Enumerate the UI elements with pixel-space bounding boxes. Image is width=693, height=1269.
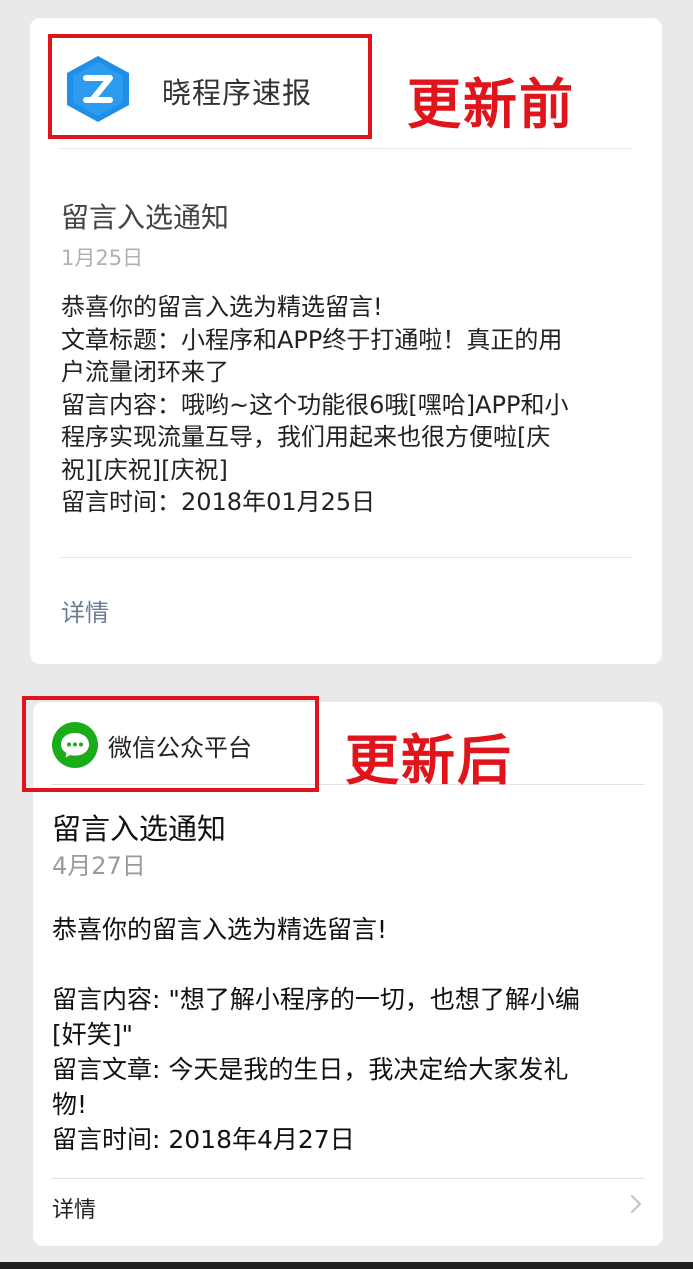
message-title: 留言入选通知 bbox=[52, 812, 227, 846]
body-line: 恭喜你的留言入选为精选留言! bbox=[52, 915, 388, 944]
body-line: 文章标题：小程序和APP终于打通啦！真正的用 bbox=[61, 325, 563, 354]
body-line: [奸笑]" bbox=[52, 1020, 134, 1049]
highlight-box-before bbox=[48, 34, 372, 139]
body-line: 留言时间: 2018年4月27日 bbox=[52, 1125, 355, 1154]
label-after-update: 更新后 bbox=[345, 729, 513, 792]
body-line: 留言时间：2018年01月25日 bbox=[61, 488, 376, 516]
body-line: 物! bbox=[52, 1090, 88, 1119]
body-line: 祝][庆祝][庆祝] bbox=[61, 455, 228, 484]
divider bbox=[60, 557, 632, 558]
divider bbox=[60, 148, 632, 149]
highlight-box-after bbox=[22, 696, 319, 792]
details-link[interactable]: 详情 bbox=[52, 1192, 96, 1224]
body-line: 留言内容：哦哟~这个功能很6哦[嘿哈]APP和小 bbox=[61, 390, 569, 419]
body-line: 户流量闭环来了 bbox=[61, 358, 229, 386]
message-date: 1月25日 bbox=[61, 246, 144, 270]
message-title: 留言入选通知 bbox=[61, 201, 230, 234]
message-body: 恭喜你的留言入选为精选留言! 留言内容: "想了解小程序的一切，也想了解小编 [… bbox=[52, 912, 632, 1157]
bottom-edge bbox=[0, 1262, 693, 1269]
body-line: 恭喜你的留言入选为精选留言! bbox=[61, 293, 383, 321]
details-link[interactable]: 详情 bbox=[61, 593, 109, 628]
body-line: 留言内容: "想了解小程序的一切，也想了解小编 bbox=[52, 985, 580, 1014]
body-line: 留言文章: 今天是我的生日，我决定给大家发礼 bbox=[52, 1055, 569, 1084]
body-line bbox=[52, 947, 632, 982]
divider bbox=[51, 1178, 645, 1179]
chevron-right-icon[interactable] bbox=[629, 1192, 643, 1216]
message-date: 4月27日 bbox=[52, 852, 146, 880]
label-before-update: 更新前 bbox=[407, 73, 575, 136]
message-body: 恭喜你的留言入选为精选留言! 文章标题：小程序和APP终于打通啦！真正的用 户流… bbox=[61, 291, 641, 519]
body-line: 程序实现流量互导，我们用起来也很方便啦[庆 bbox=[61, 423, 551, 451]
